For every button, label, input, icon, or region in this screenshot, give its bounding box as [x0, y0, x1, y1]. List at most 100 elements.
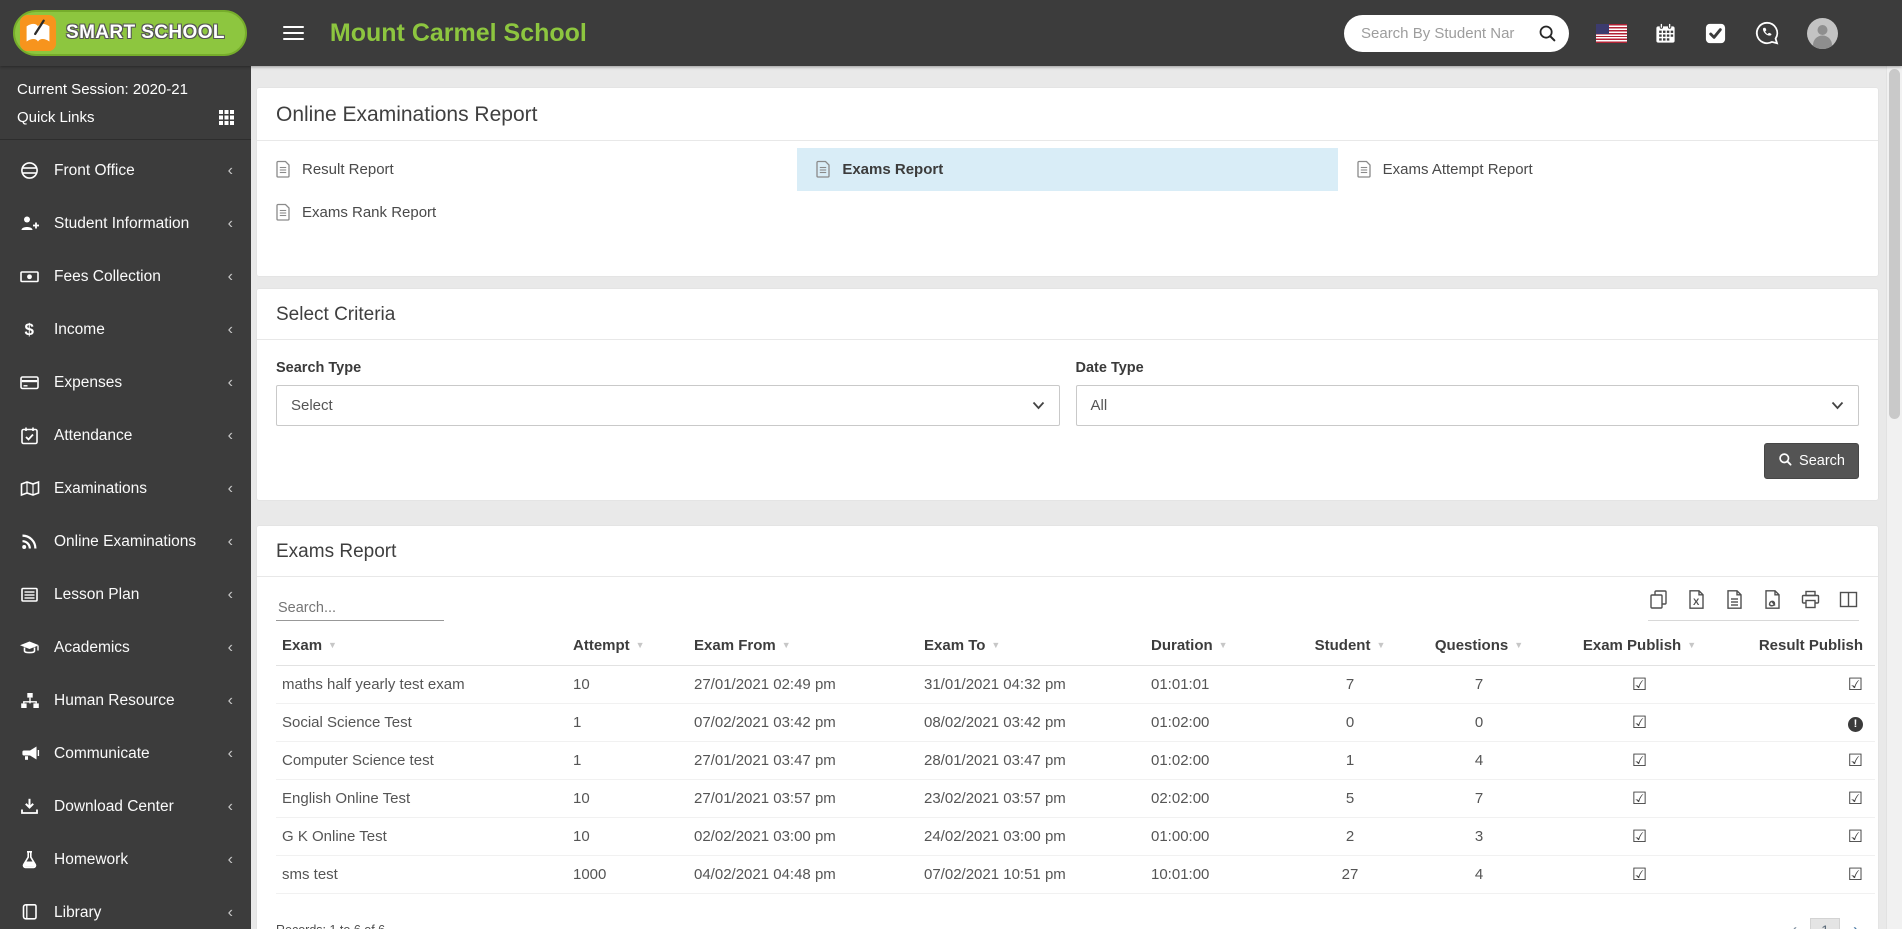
sidebar-item-library[interactable]: Library ‹	[0, 886, 251, 929]
sidebar-item-homework[interactable]: Homework ‹	[0, 833, 251, 886]
scrollbar-thumb[interactable]	[1889, 69, 1900, 419]
sidebar-item-label: Front Office	[54, 161, 135, 179]
csv-icon[interactable]	[1724, 589, 1745, 610]
exams-report-card: Exams Report X Exam▼Attempt▼Exam From▼Ex…	[257, 526, 1878, 929]
cell-exam-from: 04/02/2021 04:48 pm	[694, 866, 836, 883]
sidebar-item-label: Expenses	[54, 373, 123, 391]
map-icon	[17, 479, 42, 498]
cell-exam-from: 27/01/2021 03:57 pm	[694, 790, 836, 807]
report-nav-card: Online Examinations Report Result Report…	[257, 88, 1878, 276]
date-type-select[interactable]: All	[1075, 385, 1859, 426]
columns-icon[interactable]	[1838, 589, 1859, 610]
chevron-left-icon: ‹	[227, 532, 233, 550]
column-header-attempt[interactable]: Attempt ▼	[567, 627, 688, 666]
sidebar-item-communicate[interactable]: Communicate ‹	[0, 727, 251, 780]
column-header-exam-to[interactable]: Exam To ▼	[918, 627, 1145, 666]
column-header-duration[interactable]: Duration ▼	[1145, 627, 1296, 666]
cell-questions: 4	[1474, 866, 1484, 883]
chat-icon[interactable]	[1754, 20, 1780, 46]
sidebar-menu: Front Office ‹ Student Information ‹ Fee…	[0, 140, 251, 929]
exams-report-title: Exams Report	[257, 526, 1878, 577]
report-link-result-report[interactable]: Result Report	[257, 148, 797, 191]
column-header-exam-publish[interactable]: Exam Publish ▼	[1554, 627, 1725, 666]
report-link-exams-attempt-report[interactable]: Exams Attempt Report	[1338, 148, 1878, 191]
pagination-next-icon[interactable]: ›	[1853, 921, 1859, 929]
document-icon	[1357, 160, 1372, 179]
column-header-student[interactable]: Student ▼	[1296, 627, 1404, 666]
svg-text:$: $	[25, 320, 35, 339]
sidebar-item-income[interactable]: $ Income ‹	[0, 303, 251, 356]
cell-result-publish: ☑	[1725, 856, 1875, 894]
column-header-exam-from[interactable]: Exam From ▼	[688, 627, 918, 666]
sidebar-item-lesson-plan[interactable]: Lesson Plan ‹	[0, 568, 251, 621]
search-icon	[1778, 452, 1792, 470]
chevron-left-icon: ‹	[227, 320, 233, 338]
print-icon[interactable]	[1800, 589, 1821, 610]
column-header-questions[interactable]: Questions ▼	[1404, 627, 1554, 666]
calendar-icon[interactable]	[1654, 22, 1677, 45]
cell-exam: English Online Test	[282, 790, 411, 807]
quick-links-grid-icon[interactable]	[219, 110, 234, 125]
pagination-page-1[interactable]: 1	[1810, 918, 1840, 929]
sidebar-item-academics[interactable]: Academics ‹	[0, 621, 251, 674]
dollar-icon: $	[17, 320, 42, 339]
cell-exam: Social Science Test	[282, 714, 412, 731]
sidebar-item-front-office[interactable]: Front Office ‹	[0, 144, 251, 197]
sort-arrow-icon: ▼	[1218, 640, 1228, 650]
school-title: Mount Carmel School	[329, 18, 587, 47]
student-search-input[interactable]	[1361, 24, 1538, 42]
report-link-exams-report[interactable]: Exams Report	[797, 148, 1338, 191]
cell-exam-to: 24/02/2021 03:00 pm	[924, 828, 1066, 845]
language-flag-icon[interactable]	[1596, 23, 1627, 43]
alert-exclamation-icon: !	[1848, 716, 1863, 732]
cell-exam-publish: ☑	[1554, 666, 1725, 704]
table-row: G K Online Test 10 02/02/2021 03:00 pm 2…	[276, 818, 1875, 856]
cell-result-publish: ☑	[1725, 818, 1875, 856]
sitemap-icon	[17, 691, 42, 710]
cell-exam-to: 23/02/2021 03:57 pm	[924, 790, 1066, 807]
search-icon[interactable]	[1538, 24, 1556, 42]
search-button[interactable]: Search	[1764, 443, 1859, 479]
cell-student: 2	[1345, 828, 1355, 845]
copy-icon[interactable]	[1648, 589, 1669, 610]
pagination-prev-icon[interactable]: ‹	[1791, 921, 1797, 929]
chevron-down-icon	[1032, 397, 1045, 414]
sidebar-item-student-information[interactable]: Student Information ‹	[0, 197, 251, 250]
checked-checkbox-icon: ☑	[1631, 674, 1648, 694]
search-type-select[interactable]: Select	[276, 385, 1060, 426]
chevron-left-icon: ‹	[227, 850, 233, 868]
sidebar-item-attendance[interactable]: Attendance ‹	[0, 409, 251, 462]
pdf-icon[interactable]	[1762, 589, 1783, 610]
sidebar-item-download-center[interactable]: Download Center ‹	[0, 780, 251, 833]
page-title: Online Examinations Report	[257, 88, 1878, 141]
sidebar-item-label: Academics	[54, 638, 130, 656]
cell-attempt: 1	[573, 714, 582, 731]
report-link-label: Exams Attempt Report	[1382, 161, 1533, 178]
header-actions	[1344, 14, 1838, 52]
column-header-exam[interactable]: Exam ▼	[276, 627, 567, 666]
cell-duration: 02:02:00	[1151, 790, 1210, 807]
excel-icon[interactable]: X	[1686, 589, 1707, 610]
cell-exam-to: 07/02/2021 10:51 pm	[924, 866, 1066, 883]
sidebar-item-online-examinations[interactable]: Online Examinations ‹	[0, 515, 251, 568]
sort-arrow-icon: ▼	[635, 640, 645, 650]
cell-attempt: 10	[573, 790, 590, 807]
tasks-icon[interactable]	[1704, 22, 1727, 45]
chevron-left-icon: ‹	[227, 161, 233, 179]
sidebar-item-human-resource[interactable]: Human Resource ‹	[0, 674, 251, 727]
app-logo[interactable]: SMART SCHOOL	[13, 10, 247, 56]
sidebar-item-label: Fees Collection	[54, 267, 161, 285]
cell-exam-from: 27/01/2021 02:49 pm	[694, 676, 836, 693]
export-toolbar: X	[1648, 589, 1859, 621]
sidebar-item-examinations[interactable]: Examinations ‹	[0, 462, 251, 515]
table-search-input[interactable]	[276, 596, 444, 621]
user-avatar[interactable]	[1807, 17, 1838, 49]
scrollbar[interactable]	[1886, 66, 1902, 929]
sidebar-item-fees-collection[interactable]: Fees Collection ‹	[0, 250, 251, 303]
sidebar-item-expenses[interactable]: Expenses ‹	[0, 356, 251, 409]
report-link-exams-rank-report[interactable]: Exams Rank Report	[257, 191, 797, 234]
cell-exam: sms test	[282, 866, 338, 883]
cell-attempt: 10	[573, 828, 590, 845]
column-header-result-publish[interactable]: Result Publish	[1725, 627, 1875, 666]
sidebar-toggle-button[interactable]	[282, 22, 304, 43]
